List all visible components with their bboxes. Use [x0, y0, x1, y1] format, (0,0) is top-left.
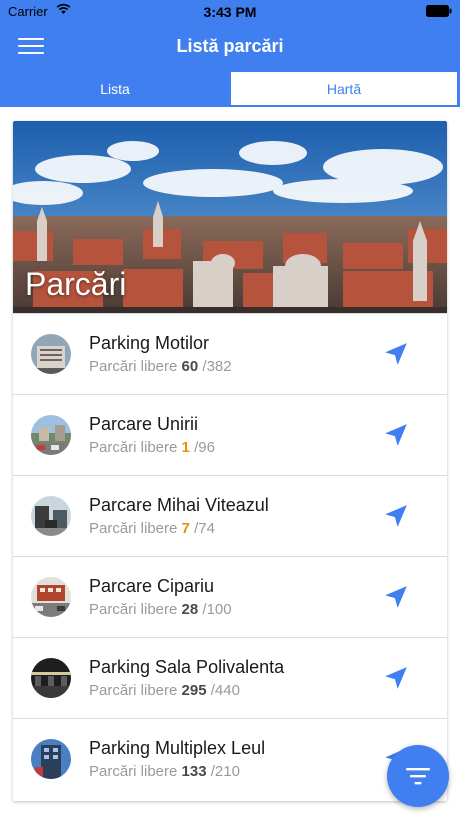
parking-thumbnail [31, 496, 71, 536]
parking-availability: Parcări libere 28 /100 [89, 601, 232, 618]
total-spots: /440 [210, 682, 240, 699]
page-title: Listă parcări [176, 36, 284, 56]
parking-item-mihai-viteazul[interactable]: Parcare Mihai Viteazul Parcări libere 7 … [13, 475, 447, 556]
parking-name: Parking Motilor [89, 333, 210, 353]
hero-title: Parcări [25, 266, 127, 302]
tab-lista[interactable]: Lista [0, 70, 230, 107]
clock: 3:43 PM [203, 4, 257, 20]
total-spots: /100 [202, 601, 232, 618]
parking-thumbnail [31, 739, 71, 779]
availability-label: Parcări libere [89, 439, 178, 456]
nav-bar: Listă parcări [0, 22, 460, 70]
navigation-arrow-icon[interactable] [383, 584, 409, 610]
parking-name: Parcare Unirii [89, 414, 199, 434]
parking-availability: Parcări libere 1 /96 [89, 439, 215, 456]
parking-item-multiplex-leul[interactable]: Parking Multiplex Leul Parcări libere 13… [13, 718, 447, 799]
free-spots: 1 [181, 439, 190, 456]
free-spots: 295 [181, 682, 207, 699]
parking-item-cipariu[interactable]: Parcare Cipariu Parcări libere 28 /100 [13, 556, 447, 637]
parking-availability: Parcări libere 133 /210 [89, 763, 240, 780]
parking-card: Parcări Parking Motilor Parcări libere 6… [13, 121, 447, 801]
availability-label: Parcări libere [89, 763, 178, 780]
total-spots: /382 [202, 358, 232, 375]
navigation-arrow-icon[interactable] [383, 422, 409, 448]
navigation-arrow-icon[interactable] [383, 665, 409, 691]
availability-label: Parcări libere [89, 520, 178, 537]
filter-button[interactable] [387, 745, 449, 807]
parking-thumbnail [31, 334, 71, 374]
parking-thumbnail [31, 415, 71, 455]
parking-list: Parking Motilor Parcări libere 60 /382 P… [13, 313, 447, 799]
parking-thumbnail [31, 658, 71, 698]
parking-item-unirii[interactable]: Parcare Unirii Parcări libere 1 /96 [13, 394, 447, 475]
status-bar: Carrier 3:43 PM [0, 0, 460, 22]
hero-image: Parcări [13, 121, 447, 313]
total-spots: /96 [194, 439, 215, 456]
free-spots: 60 [181, 358, 199, 375]
parking-item-sala-polivalenta[interactable]: Parking Sala Polivalenta Parcări libere … [13, 637, 447, 718]
free-spots: 7 [181, 520, 190, 537]
navigation-arrow-icon[interactable] [383, 503, 409, 529]
parking-name: Parking Multiplex Leul [89, 738, 266, 758]
parking-name: Parcare Cipariu [89, 576, 215, 596]
parking-thumbnail [31, 577, 71, 617]
parking-item-motilor[interactable]: Parking Motilor Parcări libere 60 /382 [13, 313, 447, 394]
parking-availability: Parcări libere 60 /382 [89, 358, 232, 375]
tab-harta[interactable]: Hartă [230, 71, 458, 106]
parking-availability: Parcări libere 7 /74 [89, 520, 215, 537]
total-spots: /74 [194, 520, 215, 537]
availability-label: Parcări libere [89, 358, 178, 375]
parking-availability: Parcări libere 295 /440 [89, 682, 240, 699]
availability-label: Parcări libere [89, 682, 178, 699]
tab-bar: Lista Hartă [0, 70, 460, 107]
filter-icon [406, 768, 430, 785]
free-spots: 133 [181, 763, 207, 780]
navigation-arrow-icon[interactable] [383, 341, 409, 367]
total-spots: /210 [210, 763, 240, 780]
parking-name: Parking Sala Polivalenta [89, 657, 285, 677]
battery-icon [426, 5, 452, 17]
availability-label: Parcări libere [89, 601, 178, 618]
parking-name: Parcare Mihai Viteazul [89, 495, 269, 515]
free-spots: 28 [181, 601, 199, 618]
